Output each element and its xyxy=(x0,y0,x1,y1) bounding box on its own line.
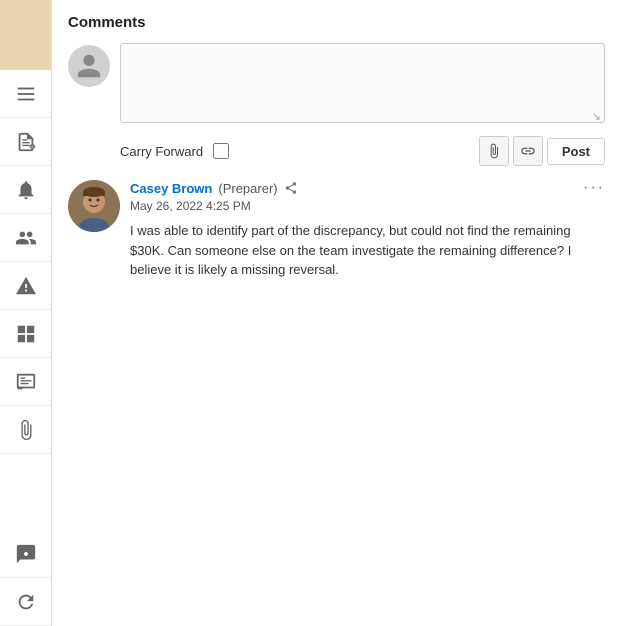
list-icon xyxy=(15,83,37,105)
carry-forward-section: Carry Forward Post xyxy=(120,136,605,166)
people-icon xyxy=(15,227,37,249)
attach-icon xyxy=(486,143,502,159)
paperclip-icon xyxy=(15,419,37,441)
comment-text: I was able to identify part of the discr… xyxy=(130,221,605,280)
more-options-button[interactable]: ··· xyxy=(583,180,605,196)
comment-date: May 26, 2022 4:25 PM xyxy=(130,199,605,213)
warning-icon xyxy=(15,275,37,297)
sidebar-item-chat-settings[interactable] xyxy=(0,530,51,578)
sidebar-bottom xyxy=(0,530,51,626)
sidebar-item-notifications[interactable] xyxy=(0,166,51,214)
attach-file-button[interactable] xyxy=(479,136,509,166)
help-icon xyxy=(15,371,37,393)
comment-body: Casey Brown (Preparer) ··· May 26, 2022 … xyxy=(130,180,605,280)
comment-textarea[interactable] xyxy=(120,43,605,123)
commenter-avatar xyxy=(68,180,120,232)
share-button[interactable] xyxy=(284,181,298,195)
sidebar-item-warning[interactable] xyxy=(0,262,51,310)
refresh-icon xyxy=(15,591,37,613)
comment-textarea-wrapper: ↘ xyxy=(120,43,605,126)
sidebar: i xyxy=(0,0,52,626)
bell-icon xyxy=(15,179,37,201)
sidebar-item-report[interactable]: i xyxy=(0,118,51,166)
current-user-avatar xyxy=(68,45,110,87)
carry-forward-label: Carry Forward xyxy=(120,144,203,159)
avatar-svg xyxy=(68,180,120,232)
insert-link-button[interactable] xyxy=(513,136,543,166)
report-icon: i xyxy=(15,131,37,153)
svg-text:i: i xyxy=(31,145,32,149)
post-button[interactable]: Post xyxy=(547,138,605,165)
page-title: Comments xyxy=(68,14,605,31)
commenter-name: Casey Brown xyxy=(130,181,212,196)
chat-settings-icon xyxy=(15,543,37,565)
sidebar-item-grid[interactable] xyxy=(0,310,51,358)
sidebar-item-people[interactable] xyxy=(0,214,51,262)
user-placeholder-icon xyxy=(75,52,103,80)
carry-forward-checkbox[interactable] xyxy=(213,143,229,159)
sidebar-top-block xyxy=(0,0,51,70)
sidebar-item-attachments[interactable] xyxy=(0,406,51,454)
grid-icon xyxy=(15,323,37,345)
main-content: Comments ↘ Carry Forward xyxy=(52,0,621,626)
comment-entry: Casey Brown (Preparer) ··· May 26, 2022 … xyxy=(68,180,605,280)
sidebar-item-list[interactable] xyxy=(0,70,51,118)
sidebar-item-help[interactable] xyxy=(0,358,51,406)
share-icon xyxy=(284,181,298,195)
comment-input-row: ↘ xyxy=(68,43,605,126)
sidebar-item-refresh[interactable] xyxy=(0,578,51,626)
link-icon xyxy=(520,143,536,159)
comment-header: Casey Brown (Preparer) ··· xyxy=(130,180,605,196)
commenter-role: (Preparer) xyxy=(218,181,277,196)
